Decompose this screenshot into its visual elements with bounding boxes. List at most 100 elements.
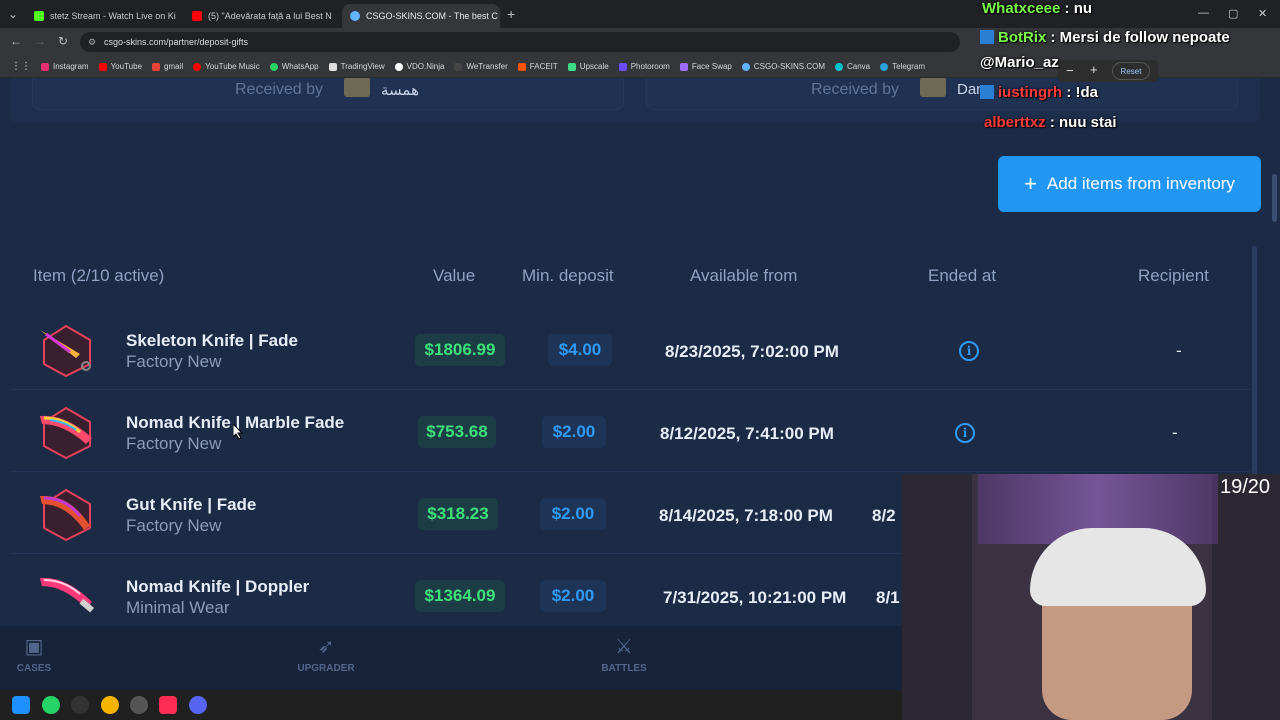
chat-user: Whatxceee (982, 0, 1061, 17)
item-name: Nomad Knife | Doppler (126, 577, 310, 596)
kick-icon (34, 11, 44, 21)
bookmark-upscale[interactable]: Upscale (563, 62, 614, 71)
close-icon[interactable]: ✕ (338, 11, 339, 22)
tiktok-icon[interactable] (159, 696, 177, 714)
back-icon[interactable]: ← (10, 34, 22, 48)
obs-icon[interactable] (71, 696, 89, 714)
nav-upgrader[interactable]: ➶ UPGRADER (296, 634, 356, 674)
bookmark-label: YouTube Music (205, 62, 260, 71)
chat-user: iustingrh (998, 84, 1063, 101)
min-deposit-badge: $2.00 (542, 416, 606, 448)
site-info-icon[interactable]: ⚙ (88, 32, 96, 52)
window-close-icon[interactable]: ✕ (1258, 7, 1267, 20)
column-header-ended-at: Ended at (928, 266, 997, 285)
item-wear: Factory New (126, 434, 222, 453)
bookmark-instagram[interactable]: Instagram (36, 62, 94, 71)
maximize-icon[interactable]: ▢ (1228, 7, 1238, 20)
table-row[interactable]: Skeleton Knife | Fade Factory New $1806.… (10, 310, 1250, 390)
csgo-skins-icon (741, 62, 750, 71)
tab-kick[interactable]: stetz Stream - Watch Live on Ki ✕ (26, 4, 181, 28)
webcam-overlay: 19/20 (902, 474, 1280, 720)
discord-icon[interactable] (189, 696, 207, 714)
available-date: 8/23/2025, 7:02:00 PM (665, 342, 839, 361)
bookmark-csgo-skins[interactable]: CSGO-SKINS.COM (737, 62, 830, 71)
recipient-value: - (1176, 341, 1182, 360)
instagram-icon (41, 62, 49, 71)
column-header-min-deposit: Min. deposit (522, 266, 614, 285)
app-icon[interactable] (130, 696, 148, 714)
available-date: 8/14/2025, 7:18:00 PM (659, 506, 833, 525)
whatsapp-icon[interactable] (42, 696, 60, 714)
bookmark-tradingview[interactable]: TradingView (324, 62, 390, 71)
bookmark-gmail[interactable]: gmail (147, 62, 188, 71)
face-swap-icon (679, 62, 688, 71)
bookmark-photoroom[interactable]: Photoroom (614, 62, 675, 71)
chat-message: Whatxceee : nu (982, 0, 1092, 17)
min-deposit-badge: $2.00 (540, 580, 606, 612)
table-row[interactable]: Nomad Knife | Marble Fade Factory New $7… (10, 392, 1250, 472)
avatar (344, 78, 370, 97)
knife-image (40, 324, 91, 378)
chat-text: : Mersi de follow nepoate (1050, 29, 1230, 46)
bookmark-wetransfer[interactable]: WeTransfer (449, 62, 512, 71)
nav-battles[interactable]: ⚔ BATTLES (598, 634, 650, 674)
minimize-icon[interactable]: — (1198, 7, 1209, 19)
chat-user: @Mario_az (980, 54, 1059, 71)
wetransfer-icon (454, 62, 463, 71)
add-items-button[interactable]: + Add items from inventory (998, 156, 1261, 212)
tab-search-icon[interactable]: ⌄ (8, 7, 18, 21)
bookmark-telegram[interactable]: Telegram (875, 62, 930, 71)
rocket-icon: ➶ (317, 636, 335, 658)
url-input[interactable]: ⚙ csgo-skins.com/partner/deposit-gifts (80, 32, 960, 52)
tab-youtube[interactable]: (5) "Adevărata față a lui Best N ✕ (184, 4, 339, 28)
min-deposit-badge: $2.00 (540, 498, 606, 530)
canva-icon (835, 62, 843, 71)
tab-title: (5) "Adevărata față a lui Best N (208, 11, 332, 21)
bookmark-youtube[interactable]: YouTube (94, 62, 147, 71)
bookmark-face-swap[interactable]: Face Swap (675, 62, 737, 71)
youtube-icon (98, 62, 107, 71)
bookmark-vdo-ninja[interactable]: VDO.Ninja (390, 62, 450, 71)
add-items-label: Add items from inventory (1046, 174, 1235, 193)
bookmark-label: CSGO-SKINS.COM (753, 62, 825, 71)
apps-icon[interactable]: ⋮⋮ (6, 61, 36, 72)
avatar (920, 78, 946, 97)
zoom-reset-button[interactable]: Reset (1112, 62, 1150, 80)
chat-message: BotRix : Mersi de follow nepoate (980, 29, 1230, 46)
bookmark-whatsapp[interactable]: WhatsApp (265, 62, 324, 71)
bookmark-label: YouTube (110, 62, 143, 71)
bookmark-faceit[interactable]: FACEIT (513, 62, 563, 71)
reload-icon[interactable]: ↻ (58, 34, 68, 48)
chrome-icon[interactable] (101, 696, 119, 714)
recipient-value: - (1172, 423, 1178, 442)
value-badge: $1364.09 (415, 580, 505, 612)
item-name: Skeleton Knife | Fade (126, 331, 298, 350)
info-icon[interactable]: i (959, 341, 979, 361)
info-icon[interactable]: i (955, 423, 975, 443)
ended-date: 8/1 (876, 588, 900, 607)
bookmark-canva[interactable]: Canva (830, 62, 875, 71)
csgo-skins-icon (350, 11, 360, 21)
received-label: Received by (811, 81, 900, 98)
nav-cases[interactable]: ▣ CASES (14, 634, 54, 674)
knife-image (40, 406, 92, 460)
available-date: 8/12/2025, 7:41:00 PM (660, 424, 834, 443)
zoom-out-icon[interactable]: − (1066, 63, 1074, 78)
windows-start-icon[interactable] (12, 696, 30, 714)
tab-csgo-skins[interactable]: CSGO-SKINS.COM - The best C ✕ (342, 4, 500, 28)
bookmark-label: TradingView (340, 62, 385, 71)
nav-label: BATTLES (601, 663, 647, 674)
value-badge: $1806.99 (415, 334, 505, 366)
bookmark-label: FACEIT (529, 62, 558, 71)
bookmark-label: Instagram (53, 62, 89, 71)
forward-icon[interactable]: → (34, 34, 46, 48)
new-tab-button[interactable]: + (507, 6, 515, 22)
page-scrollbar[interactable] (1272, 174, 1277, 222)
zoom-in-icon[interactable]: + (1090, 62, 1098, 77)
bookmark-label: Photoroom (630, 62, 670, 71)
nav-label: CASES (16, 663, 52, 674)
bookmark-youtube-music[interactable]: YouTube Music (188, 62, 265, 71)
ended-date: 8/2 (872, 506, 896, 525)
min-deposit-badge: $4.00 (548, 334, 612, 366)
whatsapp-icon (269, 62, 278, 71)
